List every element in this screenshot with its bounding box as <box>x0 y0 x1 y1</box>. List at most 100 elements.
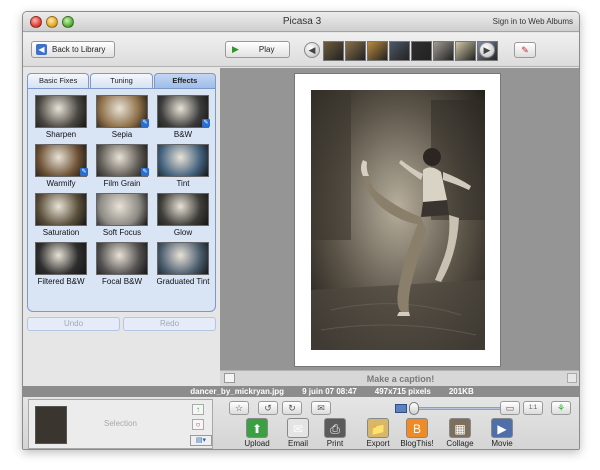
caption-bar: Make a caption! <box>220 370 579 386</box>
effect-tile[interactable]: ✎ Sepia <box>93 93 151 141</box>
caption-input[interactable]: Make a caption! <box>220 374 579 384</box>
photo-size: 201KB <box>448 387 474 396</box>
clear-tray-icon[interactable]: ○ <box>192 419 204 430</box>
action-label: Movie <box>491 439 513 448</box>
effect-tile[interactable]: ✎ B&W <box>154 93 212 141</box>
caption-delete-icon[interactable] <box>567 373 577 383</box>
action-print-icon: ⎙ <box>324 418 346 438</box>
effect-tile[interactable]: Saturation <box>32 191 90 239</box>
play-icon: ▶ <box>232 44 239 54</box>
action-upload[interactable]: ⬆ Upload <box>237 418 277 449</box>
photo-date: 9 juin 07 08:47 <box>302 387 357 396</box>
effect-tile[interactable]: Soft Focus <box>93 191 151 239</box>
action-movie[interactable]: ▶ Movie <box>482 418 522 449</box>
tray-thumbnail[interactable] <box>35 406 67 444</box>
effect-thumbnail <box>35 242 87 275</box>
effect-thumbnail <box>157 242 209 275</box>
selection-tray: Selection ↑ ○ ▤▾ <box>28 399 213 449</box>
play-button[interactable]: ▶ Play <box>225 41 290 58</box>
effect-tile[interactable]: ✎ Film Grain <box>93 142 151 190</box>
effect-settings-icon: ✎ <box>141 168 149 176</box>
effect-tile[interactable]: Graduated Tint <box>154 240 212 288</box>
filmstrip-thumbnail[interactable] <box>455 41 476 61</box>
action-export[interactable]: 📁 Export <box>358 418 398 449</box>
photo-frame <box>294 73 501 367</box>
effect-thumbnail <box>157 193 209 226</box>
filmstrip-thumbnail[interactable] <box>367 41 388 61</box>
filmstrip-thumbnail[interactable] <box>433 41 454 61</box>
hold-pin-icon[interactable]: ↑ <box>192 404 204 415</box>
action-blogthis[interactable]: B BlogThis! <box>397 418 437 449</box>
photo-filename: dancer_by_mickryan.jpg <box>190 387 285 396</box>
filmstrip-thumbnail[interactable] <box>345 41 366 61</box>
effect-thumbnail <box>35 193 87 226</box>
tab-effects[interactable]: Effects <box>153 73 216 88</box>
action-blogthis-icon: B <box>406 418 428 438</box>
bottom-bar: Selection ↑ ○ ▤▾ ☆ ↺ ↻ ✉ ▭ 1:1 ⚘ ⬆ Upload… <box>23 397 579 449</box>
previous-photo-button[interactable]: ◀ <box>304 42 320 58</box>
effect-label: Focal B&W <box>101 277 142 286</box>
effect-tile[interactable]: Focal B&W <box>93 240 151 288</box>
photo-dimensions: 497x715 pixels <box>374 387 431 396</box>
action-label: Export <box>366 439 390 448</box>
action-email[interactable]: ✉ Email <box>278 418 318 449</box>
effect-thumbnail <box>96 193 148 226</box>
action-movie-icon: ▶ <box>491 418 513 438</box>
effect-label: Warmify <box>46 179 76 188</box>
filmstrip-thumbnail[interactable] <box>411 41 432 61</box>
effect-label: Glow <box>173 228 193 237</box>
rotate-right-button[interactable]: ↻ <box>282 401 302 415</box>
action-label: Collage <box>446 439 474 448</box>
back-to-library-button[interactable]: ◀ Back to Library <box>31 41 115 58</box>
edit-panel: Basic Fixes Tuning Effects Sharpen ✎ Sepia ✎ B… <box>23 68 219 386</box>
rotate-left-button[interactable]: ↺ <box>258 401 278 415</box>
action-collage[interactable]: ▦ Collage <box>440 418 480 449</box>
undo-button[interactable]: Undo <box>27 317 120 331</box>
zoom-slider-track[interactable] <box>413 407 501 410</box>
action-label: Email <box>287 439 308 448</box>
toolbar: ◀ Back to Library ▶ Play ◀ ▶ ✎ <box>23 33 579 67</box>
tab-tuning[interactable]: Tuning <box>90 73 153 88</box>
effect-tile[interactable]: Tint <box>154 142 212 190</box>
effect-label: Soft Focus <box>102 228 142 237</box>
effect-thumbnail <box>96 242 148 275</box>
effect-settings-icon: ✎ <box>80 168 88 176</box>
star-button[interactable]: ☆ <box>229 401 249 415</box>
effect-tile[interactable]: Glow <box>154 191 212 239</box>
filmstrip-thumbnail[interactable] <box>323 41 344 61</box>
caption-tool-button[interactable]: ✉ <box>311 401 331 415</box>
add-to-album-icon[interactable]: ▤▾ <box>190 435 212 446</box>
back-arrow-icon: ◀ <box>36 44 47 55</box>
effect-thumbnail <box>35 95 87 128</box>
action-print[interactable]: ⎙ Print <box>315 418 355 449</box>
action-collage-icon: ▦ <box>449 418 471 438</box>
filmstrip <box>323 41 498 61</box>
action-email-icon: ✉ <box>287 418 309 438</box>
effect-tile[interactable]: Filtered B&W <box>32 240 90 288</box>
photo-viewer: Make a caption! <box>220 68 579 386</box>
sign-in-link[interactable]: Sign in to Web Albums <box>493 17 573 26</box>
effect-settings-icon: ✎ <box>202 119 210 127</box>
next-photo-button[interactable]: ▶ <box>479 42 495 58</box>
redo-button[interactable]: Redo <box>123 317 216 331</box>
effect-tile[interactable]: Sharpen <box>32 93 90 141</box>
edit-tools-icon[interactable]: ✎ <box>514 42 536 58</box>
effect-label: Tint <box>176 179 190 188</box>
back-to-library-label: Back to Library <box>52 45 106 54</box>
action-export-icon: 📁 <box>367 418 389 438</box>
color-tools-button[interactable]: ⚘ <box>551 401 571 415</box>
photo-image[interactable] <box>311 90 485 350</box>
effect-label: Sepia <box>111 130 133 139</box>
title-bar: Picasa 3 Sign in to Web Albums <box>23 12 579 32</box>
effect-tile[interactable]: ✎ Warmify <box>32 142 90 190</box>
action-label: Upload <box>244 439 270 448</box>
zoom-slider-knob[interactable] <box>409 402 419 415</box>
fit-view-button[interactable]: ▭ <box>500 401 520 415</box>
actual-size-button[interactable]: 1:1 <box>523 401 543 415</box>
effects-grid: Sharpen ✎ Sepia ✎ B&W ✎ Warmify ✎ Film Grain Tint… <box>27 88 216 312</box>
action-label: Print <box>326 439 344 448</box>
tab-basic-fixes[interactable]: Basic Fixes <box>27 73 90 88</box>
effect-label: Film Grain <box>103 179 141 188</box>
effect-settings-icon: ✎ <box>141 119 149 127</box>
filmstrip-thumbnail[interactable] <box>389 41 410 61</box>
